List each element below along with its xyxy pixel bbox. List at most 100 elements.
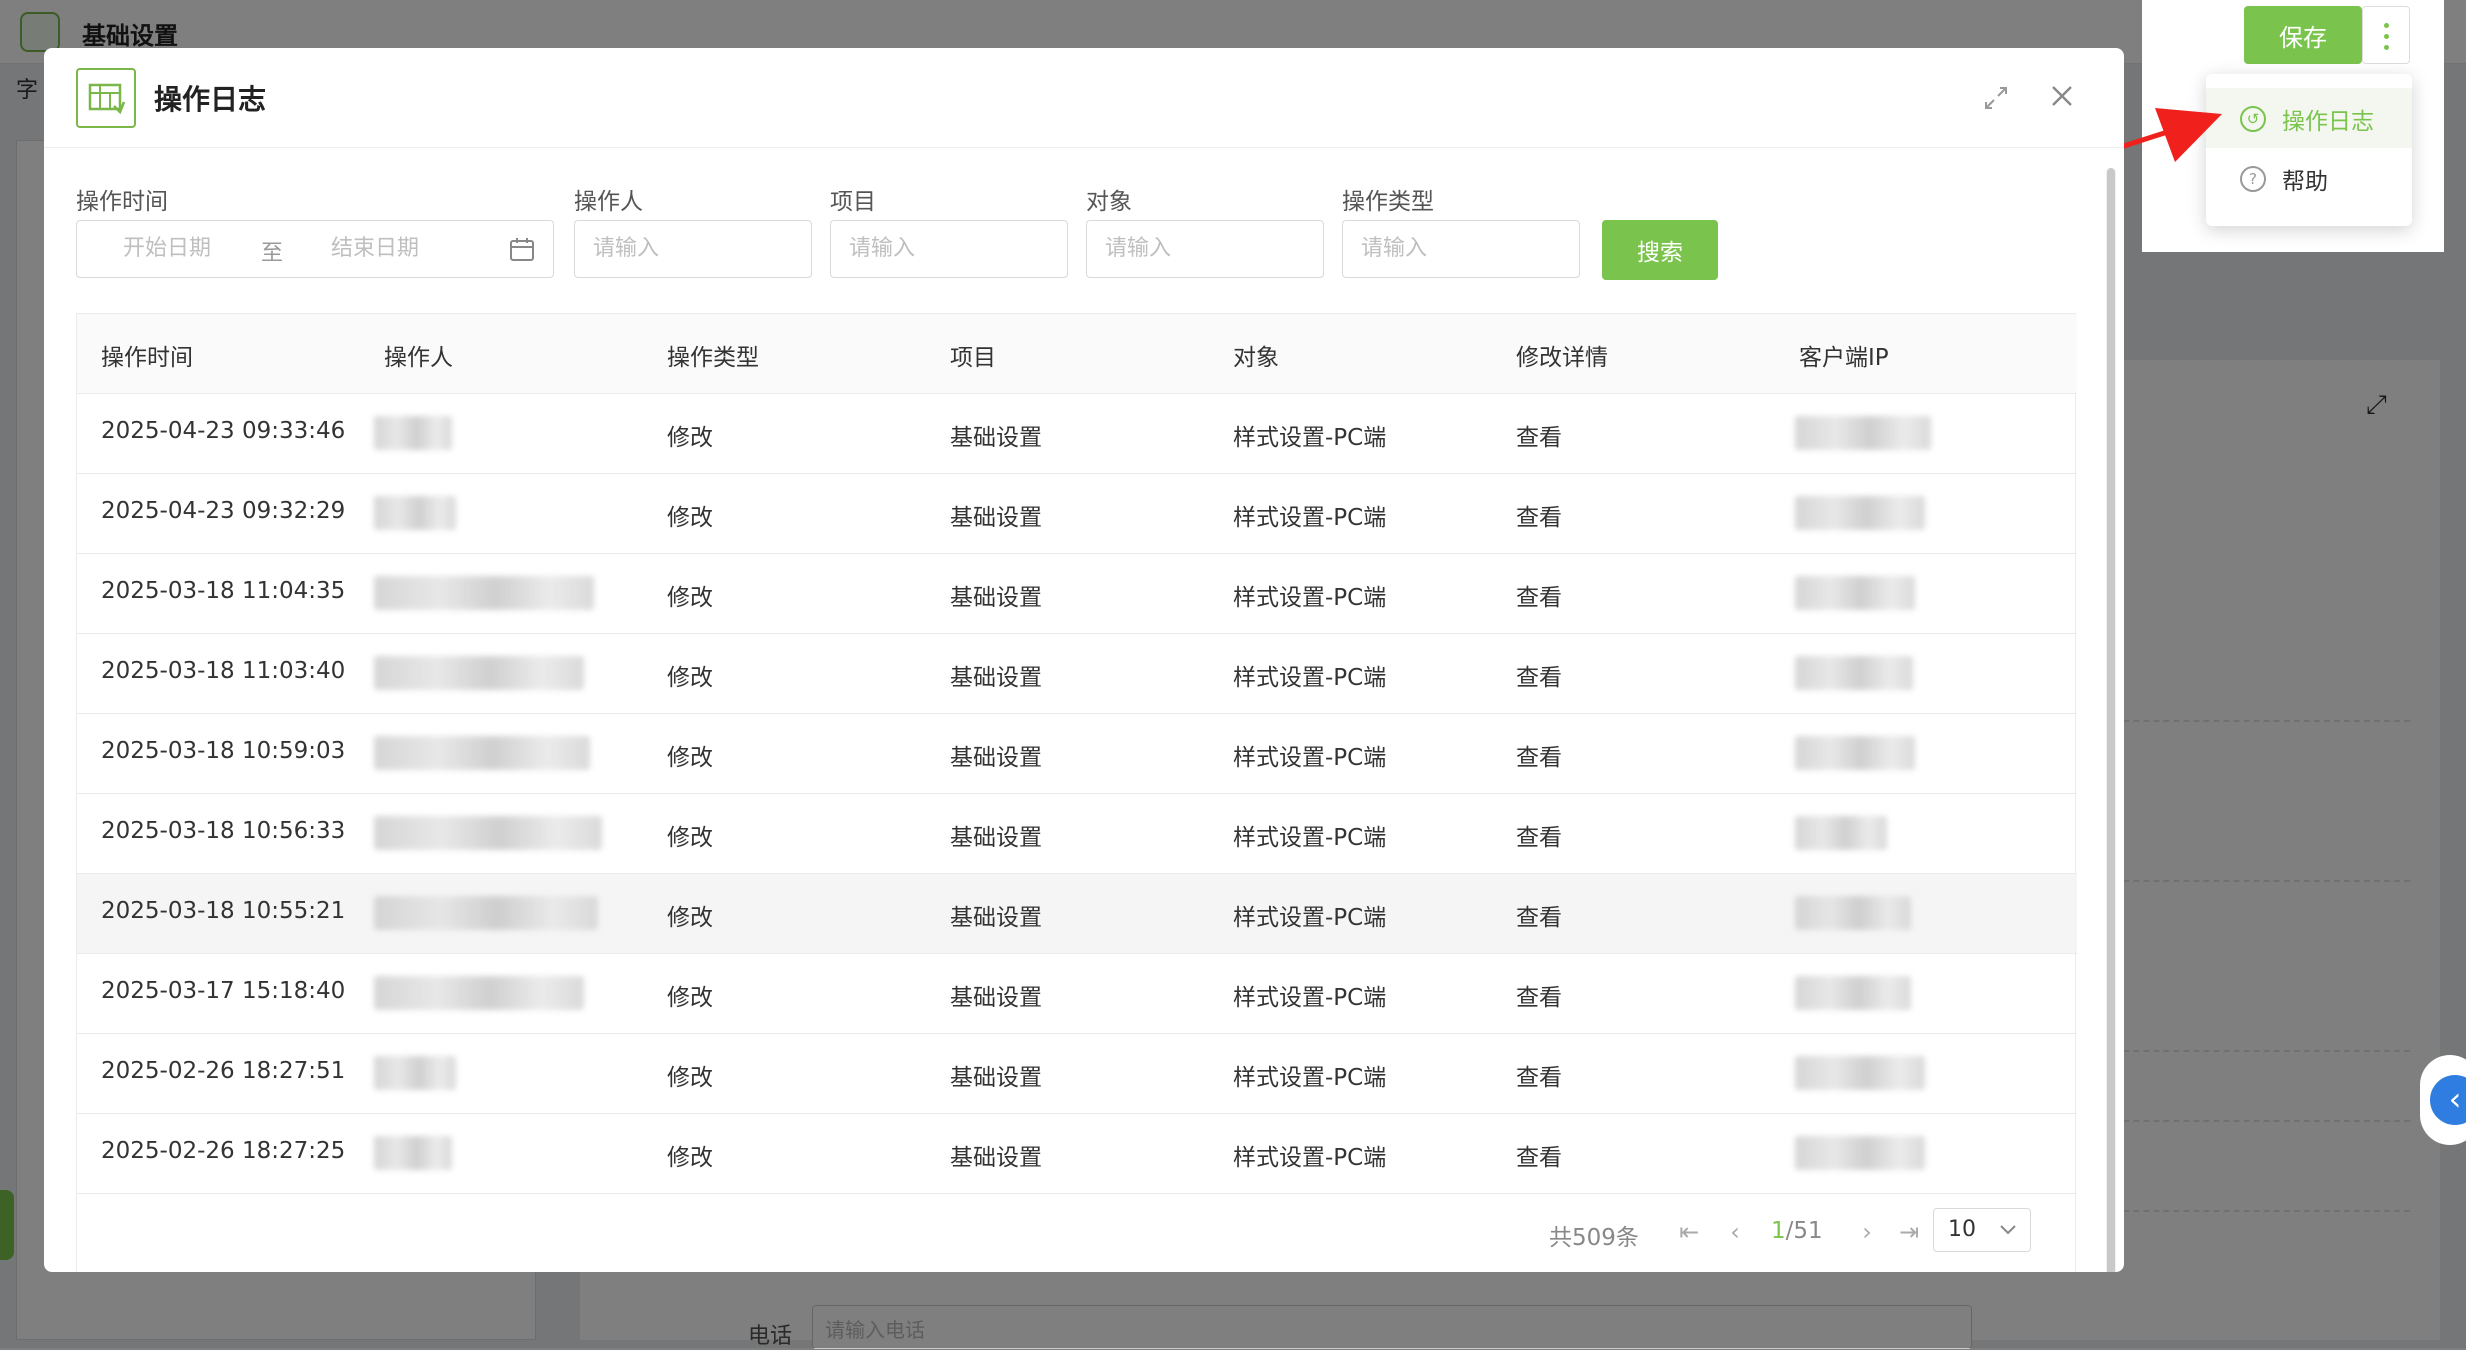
cell-ip-redacted (1795, 816, 1887, 850)
help-icon: ? (2240, 166, 2266, 192)
pagination: 共509条 ⇤ ‹ 1/51 › ⇥ 10 (77, 1194, 2077, 1272)
first-page-icon[interactable]: ⇤ (1675, 1218, 1703, 1246)
table-row: 2025-03-18 10:55:21 修改 基础设置 样式设置-PC端 查看 (77, 874, 2077, 954)
date-range-picker[interactable]: 至 (76, 220, 554, 278)
column-header: 客户端IP (1799, 345, 1889, 371)
more-dot (2384, 34, 2389, 39)
view-detail-link[interactable]: 查看 (1516, 498, 1562, 532)
cell-operator-redacted (374, 576, 594, 610)
view-detail-link[interactable]: 查看 (1516, 418, 1562, 452)
cell-operator-redacted (374, 1056, 456, 1090)
table-row: 2025-02-26 18:27:25 修改 基础设置 样式设置-PC端 查看 (77, 1114, 2077, 1194)
project-input[interactable] (847, 235, 1047, 262)
cell-time: 2025-03-18 10:56:33 (101, 818, 346, 844)
maximize-icon[interactable] (1980, 82, 2012, 114)
cell-object: 样式设置-PC端 (1233, 745, 1387, 771)
view-detail-link[interactable]: 查看 (1516, 658, 1562, 692)
cell-object: 样式设置-PC端 (1233, 905, 1387, 931)
float-collapse-button[interactable]: ‹ (2420, 1055, 2466, 1145)
cell-operator-redacted (374, 656, 584, 690)
cell-object: 样式设置-PC端 (1233, 1145, 1387, 1171)
menu-item-operation-log[interactable]: ↺ 操作日志 (2206, 88, 2412, 148)
cell-ip-redacted (1795, 576, 1915, 610)
cell-operator-redacted (374, 976, 584, 1010)
start-date-input[interactable] (121, 235, 241, 262)
type-input[interactable] (1359, 235, 1559, 262)
scrollbar-thumb[interactable] (2107, 168, 2115, 1272)
cell-project: 基础设置 (950, 825, 1042, 851)
log-table-icon (76, 68, 136, 128)
project-field[interactable] (830, 220, 1068, 278)
table-row: 2025-02-26 18:27:51 修改 基础设置 样式设置-PC端 查看 (77, 1034, 2077, 1114)
menu-item-help[interactable]: ? 帮助 (2206, 148, 2412, 208)
column-header: 修改详情 (1516, 345, 1608, 371)
view-detail-link[interactable]: 查看 (1516, 578, 1562, 612)
table-header: 操作时间 操作人 操作类型 项目 对象 修改详情 客户端IP (77, 314, 2077, 394)
more-dropdown-menu: ↺ 操作日志 ? 帮助 (2206, 74, 2412, 226)
cell-type: 修改 (667, 425, 713, 451)
cell-ip-redacted (1795, 496, 1925, 530)
cell-type: 修改 (667, 825, 713, 851)
filter-label-operator: 操作人 (574, 189, 643, 215)
calendar-icon (510, 238, 534, 261)
search-button[interactable]: 搜索 (1602, 220, 1718, 280)
chevron-left-icon: ‹ (2430, 1075, 2466, 1125)
prev-page-icon[interactable]: ‹ (1721, 1218, 1749, 1246)
cell-type: 修改 (667, 665, 713, 691)
object-field[interactable] (1086, 220, 1324, 278)
cell-type: 修改 (667, 745, 713, 771)
column-header: 操作人 (384, 345, 453, 371)
view-detail-link[interactable]: 查看 (1516, 738, 1562, 772)
view-detail-link[interactable]: 查看 (1516, 818, 1562, 852)
modal-scrollbar[interactable] (2106, 168, 2116, 1272)
cell-project: 基础设置 (950, 1145, 1042, 1171)
view-detail-link[interactable]: 查看 (1516, 1138, 1562, 1172)
view-detail-link[interactable]: 查看 (1516, 1058, 1562, 1092)
cell-object: 样式设置-PC端 (1233, 1065, 1387, 1091)
modal-title: 操作日志 (154, 83, 267, 116)
cell-ip-redacted (1795, 896, 1911, 930)
cell-project: 基础设置 (950, 585, 1042, 611)
table-row: 2025-04-23 09:32:29 修改 基础设置 样式设置-PC端 查看 (77, 474, 2077, 554)
cell-type: 修改 (667, 585, 713, 611)
table-row: 2025-04-23 09:33:46 修改 基础设置 样式设置-PC端 查看 (77, 394, 2077, 474)
type-field[interactable] (1342, 220, 1580, 278)
view-detail-link[interactable]: 查看 (1516, 898, 1562, 932)
menu-item-label: 帮助 (2282, 169, 2328, 195)
page-size-select[interactable]: 10 (1933, 1208, 2031, 1252)
cell-type: 修改 (667, 505, 713, 531)
operation-log-modal: 操作日志 操作时间 至 操作人 项目 对象 (44, 48, 2124, 1272)
operator-input[interactable] (591, 235, 791, 262)
cell-operator-redacted (374, 896, 598, 930)
cell-time: 2025-03-17 15:18:40 (101, 978, 346, 1004)
cell-type: 修改 (667, 1065, 713, 1091)
last-page-icon[interactable]: ⇥ (1895, 1218, 1923, 1246)
page-count: /51 (1785, 1218, 1823, 1244)
cell-project: 基础设置 (950, 425, 1042, 451)
cell-type: 修改 (667, 985, 713, 1011)
cell-ip-redacted (1795, 656, 1913, 690)
cell-time: 2025-04-23 09:32:29 (101, 498, 346, 524)
close-icon[interactable] (2044, 78, 2080, 114)
next-page-icon[interactable]: › (1853, 1218, 1881, 1246)
operator-field[interactable] (574, 220, 812, 278)
cell-object: 样式设置-PC端 (1233, 665, 1387, 691)
more-dot (2384, 23, 2389, 28)
cell-project: 基础设置 (950, 665, 1042, 691)
more-menu-button[interactable] (2362, 6, 2410, 64)
table-row: 2025-03-18 10:56:33 修改 基础设置 样式设置-PC端 查看 (77, 794, 2077, 874)
more-dot (2384, 45, 2389, 50)
cell-operator-redacted (374, 1136, 452, 1170)
cell-time: 2025-02-26 18:27:51 (101, 1058, 346, 1084)
view-detail-link[interactable]: 查看 (1516, 978, 1562, 1012)
object-input[interactable] (1103, 235, 1303, 262)
modal-header: 操作日志 (44, 48, 2124, 148)
cell-time: 2025-03-18 11:03:40 (101, 658, 346, 684)
end-date-input[interactable] (329, 235, 489, 262)
filter-label-type: 操作类型 (1342, 189, 1434, 215)
history-icon: ↺ (2240, 106, 2266, 132)
cell-object: 样式设置-PC端 (1233, 505, 1387, 531)
table-row: 2025-03-18 11:03:40 修改 基础设置 样式设置-PC端 查看 (77, 634, 2077, 714)
cell-type: 修改 (667, 905, 713, 931)
save-button[interactable]: 保存 (2244, 6, 2362, 64)
